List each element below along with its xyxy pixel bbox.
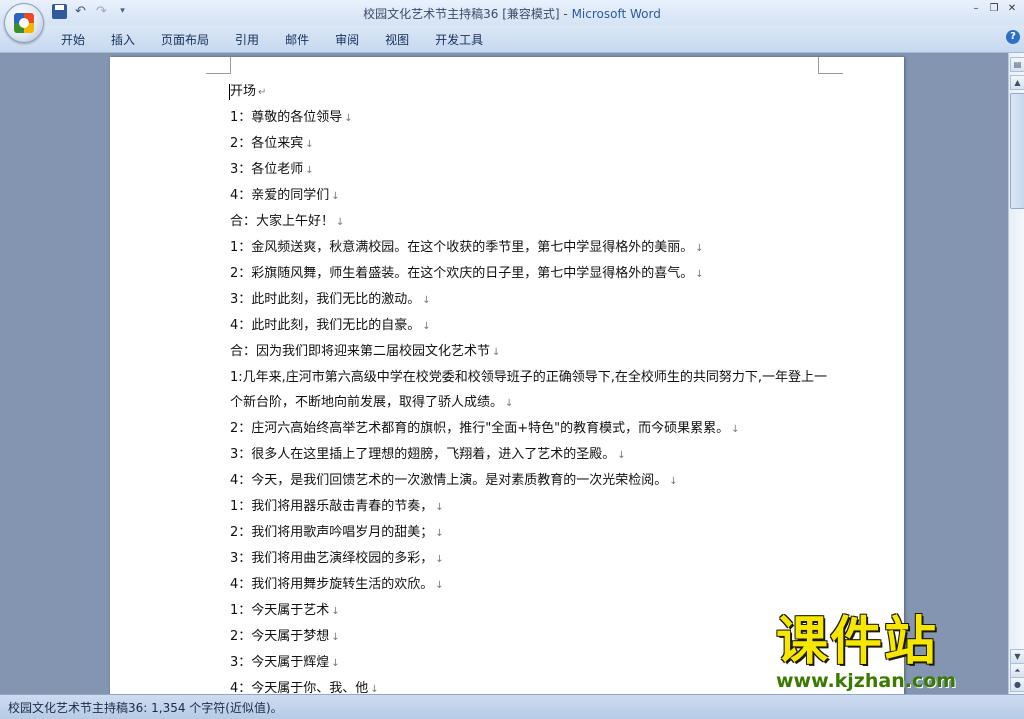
scroll-down-icon[interactable]: ▼ <box>1010 649 1024 664</box>
paragraph-mark-icon: ↓ <box>617 450 626 461</box>
document-paragraph[interactable]: 4：今天，是我们回馈艺术的一次激情上演。是对素质教育的一次光荣检阅。 ↓ <box>230 468 830 494</box>
minimize-icon[interactable]: – <box>968 2 984 16</box>
document-workspace: 开场 ↵ 1：尊敬的各位领导 ↓ 2：各位来宾 ↓ 3：各位老师 ↓ 4：亲爱的同学们 ↓ 合：大家… <box>0 53 1008 694</box>
document-paragraph[interactable]: 1：金风频送爽，秋意满校园。在这个收获的季节里，第七中学显得格外的美丽。 ↓ <box>230 235 830 261</box>
paragraph-mark-icon: ↓ <box>492 347 501 358</box>
document-paragraph[interactable]: 4：亲爱的同学们 ↓ <box>230 183 830 209</box>
paragraph-mark-icon: ↓ <box>505 398 514 409</box>
ribbon-tabs: 开始 插入 页面布局 引用 邮件 审阅 视图 开发工具 <box>48 31 496 48</box>
ribbon-tab[interactable]: 开发工具 <box>422 31 496 48</box>
document-paragraph[interactable]: 3：很多人在这里插上了理想的翅膀，飞翔着，进入了艺术的圣殿。 ↓ <box>230 442 830 468</box>
document-paragraph[interactable]: 2：各位来宾 ↓ <box>230 131 830 157</box>
watermark-url: www.kjzhan.com <box>776 670 957 692</box>
document-paragraph[interactable]: 3：各位老师 ↓ <box>230 157 830 183</box>
paragraph-mark-icon: ↓ <box>695 269 704 280</box>
paragraph-mark-icon: ↓ <box>344 113 353 124</box>
window-title: 校园文化艺术节主持稿36 [兼容模式] - Microsoft Word <box>363 7 661 21</box>
document-paragraph[interactable]: 1：我们将用器乐敲击青春的节奏， ↓ <box>230 494 830 520</box>
ribbon-tab[interactable]: 插入 <box>98 31 148 48</box>
status-bar: 校园文化艺术节主持稿36: 1,354 个字符(近似值)。 <box>0 694 1024 719</box>
document-body[interactable]: 开场 ↵ 1：尊敬的各位领导 ↓ 2：各位来宾 ↓ 3：各位老师 ↓ 4：亲爱的同学们 ↓ 合：大家… <box>230 79 830 694</box>
watermark: 课件站 www.kjzhan.com <box>770 612 1010 696</box>
document-paragraph[interactable]: 1：尊敬的各位领导 ↓ <box>230 105 830 131</box>
paragraph-mark-icon: ↓ <box>305 165 314 176</box>
office-button[interactable] <box>4 3 44 43</box>
document-paragraph[interactable]: 4：我们将用舞步旋转生活的欢欣。 ↓ <box>230 572 830 598</box>
view-ruler-icon[interactable]: ▤ <box>1010 57 1024 72</box>
paragraph-mark-icon: ↓ <box>435 502 444 513</box>
ribbon-tab[interactable]: 页面布局 <box>148 31 222 48</box>
paragraph-mark-icon: ↓ <box>422 295 431 306</box>
scroll-up-icon[interactable]: ▲ <box>1010 75 1024 90</box>
scrollbar-thumb[interactable] <box>1010 93 1024 209</box>
ribbon-tab[interactable]: 引用 <box>222 31 272 48</box>
title-bar: ↶ ↷ ▾ 校园文化艺术节主持稿36 [兼容模式] - Microsoft Wo… <box>0 0 1024 25</box>
paragraph-mark-icon: ↓ <box>435 528 444 539</box>
status-word-count[interactable]: 校园文化艺术节主持稿36: 1,354 个字符(近似值)。 <box>8 699 283 716</box>
document-paragraph[interactable]: 4：今天属于你、我、他 ↓ <box>230 676 830 694</box>
document-paragraph[interactable]: 2：庄河六高始终高举艺术都育的旗帜，推行"全面+特色"的教育模式，而今硕果累累。… <box>230 416 830 442</box>
paragraph-mark-icon: ↓ <box>731 424 740 435</box>
paragraph-mark-icon: ↓ <box>695 243 704 254</box>
paragraph-mark-icon: ↓ <box>370 684 379 694</box>
paragraph-mark-icon: ↓ <box>422 321 431 332</box>
paragraph-mark-icon: ↓ <box>305 139 314 150</box>
document-paragraph[interactable]: 3：今天属于辉煌 ↓ <box>230 650 830 676</box>
window-title-document: 校园文化艺术节主持稿36 [兼容模式] <box>363 7 560 21</box>
document-paragraph[interactable]: 3：此时此刻，我们无比的激动。 ↓ <box>230 287 830 313</box>
document-paragraph[interactable]: 4：此时此刻，我们无比的自豪。 ↓ <box>230 313 830 339</box>
help-icon[interactable]: ? <box>1006 30 1020 44</box>
document-paragraph[interactable]: 1：今天属于艺术 ↓ <box>230 598 830 624</box>
watermark-title: 课件站 <box>776 612 939 672</box>
select-browse-object-icon[interactable]: ● <box>1010 677 1024 692</box>
ribbon-tab[interactable]: 审阅 <box>322 31 372 48</box>
ribbon-tab[interactable]: 邮件 <box>272 31 322 48</box>
paragraph-mark-icon: ↓ <box>331 606 340 617</box>
restore-icon[interactable]: ❐ <box>986 2 1002 16</box>
document-paragraph[interactable]: 3：我们将用曲艺演绎校园的多彩， ↓ <box>230 546 830 572</box>
document-paragraph[interactable]: 2：我们将用歌声吟唱岁月的甜美； ↓ <box>230 520 830 546</box>
window-controls: – ❐ ✕ <box>968 2 1020 16</box>
document-paragraph[interactable]: 合：因为我们即将迎来第二届校园文化艺术节 ↓ <box>230 339 830 365</box>
ribbon-tab-bar: 开始 插入 页面布局 引用 邮件 审阅 视图 开发工具 ? <box>0 25 1024 53</box>
vertical-scrollbar[interactable]: ▤ ▲ ▼ ⏶ ● <box>1008 53 1024 694</box>
office-logo-icon <box>14 13 34 33</box>
close-icon[interactable]: ✕ <box>1004 2 1020 16</box>
ribbon-tab[interactable]: 开始 <box>48 31 98 48</box>
document-paragraph[interactable]: 1:几年来,庄河市第六高级中学在校党委和校领导班子的正确领导下,在全校师生的共同… <box>230 365 830 416</box>
document-paragraph[interactable]: 合：大家上午好！ ↓ <box>230 209 830 235</box>
paragraph-mark-icon: ↓ <box>669 476 678 487</box>
paragraph-mark-icon: ↓ <box>435 554 444 565</box>
paragraph-mark-icon: ↓ <box>331 632 340 643</box>
document-paragraph[interactable]: 开场 ↵ <box>230 79 830 105</box>
paragraph-mark-icon: ↓ <box>336 217 345 228</box>
paragraph-mark-icon: ↵ <box>258 87 267 98</box>
document-page[interactable]: 开场 ↵ 1：尊敬的各位领导 ↓ 2：各位来宾 ↓ 3：各位老师 ↓ 4：亲爱的同学们 ↓ 合：大家… <box>110 57 904 694</box>
previous-page-icon[interactable]: ⏶ <box>1010 663 1024 678</box>
ribbon-tab[interactable]: 视图 <box>372 31 422 48</box>
document-paragraph[interactable]: 2：彩旗随风舞，师生着盛装。在这个欢庆的日子里，第七中学显得格外的喜气。 ↓ <box>230 261 830 287</box>
paragraph-mark-icon: ↓ <box>331 658 340 669</box>
margin-corner-top-right <box>818 57 843 74</box>
document-paragraph[interactable]: 2：今天属于梦想 ↓ <box>230 624 830 650</box>
paragraph-mark-icon: ↓ <box>331 191 340 202</box>
margin-corner-top-left <box>206 57 231 74</box>
window-title-app: Microsoft Word <box>571 7 661 21</box>
paragraph-mark-icon: ↓ <box>435 580 444 591</box>
